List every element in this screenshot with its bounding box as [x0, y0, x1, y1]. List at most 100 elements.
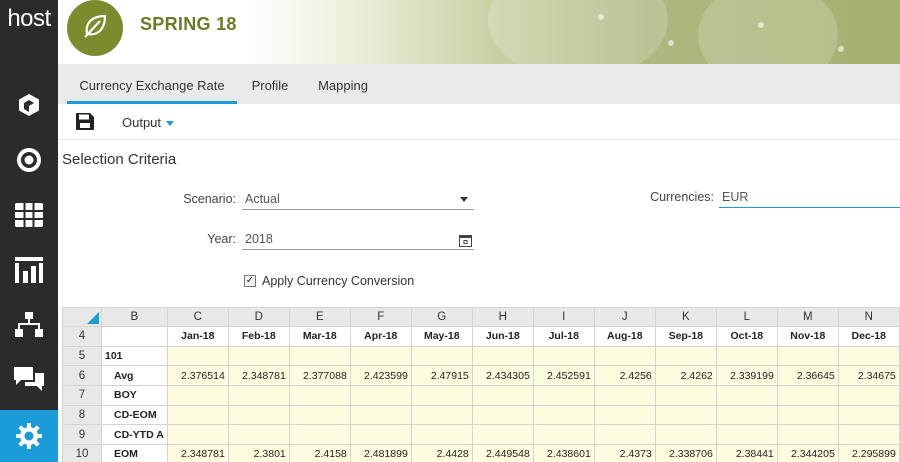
tab-mapping[interactable]: Mapping — [311, 64, 375, 104]
year-input[interactable]: 2018 — [242, 228, 474, 250]
rate-cell[interactable] — [410, 424, 473, 446]
rate-cell[interactable] — [593, 345, 656, 367]
rate-cell[interactable] — [471, 404, 534, 426]
rail-item-target[interactable] — [0, 135, 58, 185]
row-header[interactable]: 4 — [62, 326, 102, 347]
rate-cell[interactable]: 2.4256 — [593, 365, 656, 387]
rate-cell[interactable] — [410, 345, 473, 367]
rate-cell[interactable] — [837, 345, 900, 367]
rate-cell[interactable] — [288, 404, 351, 426]
row-header[interactable]: 8 — [62, 404, 102, 426]
rate-cell[interactable] — [288, 424, 351, 446]
column-header[interactable]: M — [776, 307, 839, 327]
rate-cell[interactable] — [288, 385, 351, 406]
row-header[interactable]: 7 — [62, 385, 102, 406]
rate-cell[interactable] — [593, 385, 656, 406]
rate-cell[interactable] — [532, 385, 595, 406]
column-header[interactable]: L — [715, 307, 778, 327]
column-header[interactable]: B — [101, 307, 168, 327]
column-header[interactable]: H — [471, 307, 534, 327]
rate-cell[interactable] — [715, 404, 778, 426]
rate-cell[interactable] — [654, 424, 717, 446]
rate-cell[interactable]: 2.438601 — [532, 444, 595, 462]
rate-cell[interactable] — [776, 424, 839, 446]
rate-cell[interactable] — [776, 345, 839, 367]
save-icon[interactable] — [76, 113, 94, 135]
rate-cell[interactable]: 2.36645 — [776, 365, 839, 387]
column-header[interactable]: F — [349, 307, 412, 327]
rate-cell[interactable] — [654, 404, 717, 426]
rate-cell[interactable] — [715, 424, 778, 446]
rate-cell[interactable]: 2.4158 — [288, 444, 351, 462]
column-header[interactable]: K — [654, 307, 717, 327]
column-header[interactable]: J — [593, 307, 656, 327]
rate-cell[interactable] — [715, 385, 778, 406]
rate-cell[interactable] — [166, 424, 229, 446]
column-header[interactable]: D — [227, 307, 290, 327]
row-header[interactable]: 6 — [62, 365, 102, 387]
rate-cell[interactable] — [654, 345, 717, 367]
rate-cell[interactable] — [349, 424, 412, 446]
rate-cell[interactable]: 2.47915 — [410, 365, 473, 387]
rate-cell[interactable]: 2.3801 — [227, 444, 290, 462]
scenario-select[interactable]: Actual — [242, 188, 474, 210]
rail-item-chat[interactable] — [0, 355, 58, 405]
tab-currency-exchange-rate[interactable]: Currency Exchange Rate — [67, 64, 237, 104]
rate-cell[interactable]: 2.423599 — [349, 365, 412, 387]
rate-cell[interactable] — [532, 424, 595, 446]
rate-cell[interactable]: 2.481899 — [349, 444, 412, 462]
rate-cell[interactable]: 2.348781 — [166, 444, 229, 462]
rate-cell[interactable]: 2.348781 — [227, 365, 290, 387]
column-header[interactable]: C — [166, 307, 229, 327]
rate-cell[interactable]: 2.38441 — [715, 444, 778, 462]
rail-item-chart[interactable] — [0, 245, 58, 295]
rate-cell[interactable] — [654, 385, 717, 406]
rate-cell[interactable] — [837, 424, 900, 446]
rate-cell[interactable] — [227, 345, 290, 367]
rail-item-grid[interactable] — [0, 190, 58, 240]
rate-cell[interactable] — [227, 424, 290, 446]
rate-cell[interactable] — [349, 385, 412, 406]
rate-cell[interactable]: 2.34675 — [837, 365, 900, 387]
rate-cell[interactable]: 2.449548 — [471, 444, 534, 462]
rate-cell[interactable] — [837, 404, 900, 426]
rate-cell[interactable] — [227, 404, 290, 426]
calendar-icon[interactable] — [459, 232, 472, 254]
rate-cell[interactable] — [166, 404, 229, 426]
rate-cell[interactable] — [349, 404, 412, 426]
row-header[interactable]: 9 — [62, 424, 102, 446]
rate-cell[interactable] — [776, 385, 839, 406]
rate-cell[interactable] — [532, 404, 595, 426]
currencies-input[interactable]: EUR — [719, 186, 900, 208]
column-header[interactable]: I — [532, 307, 595, 327]
rate-cell[interactable] — [837, 385, 900, 406]
tab-profile[interactable]: Profile — [244, 64, 296, 104]
rate-cell[interactable]: 2.4428 — [410, 444, 473, 462]
rate-cell[interactable] — [471, 345, 534, 367]
column-header[interactable]: N — [837, 307, 900, 327]
rate-cell[interactable] — [532, 345, 595, 367]
column-header[interactable]: G — [410, 307, 473, 327]
apply-conversion-checkbox[interactable]: ✓ — [244, 275, 256, 287]
rate-cell[interactable] — [166, 345, 229, 367]
rate-cell[interactable] — [776, 404, 839, 426]
rate-cell[interactable] — [593, 424, 656, 446]
rate-cell[interactable]: 2.344205 — [776, 444, 839, 462]
rate-cell[interactable] — [288, 345, 351, 367]
rail-item-settings[interactable] — [0, 410, 58, 462]
rate-cell[interactable]: 2.377088 — [288, 365, 351, 387]
row-header[interactable]: 10 — [62, 444, 102, 462]
rate-cell[interactable]: 2.452591 — [532, 365, 595, 387]
rail-item-cube[interactable] — [0, 80, 58, 130]
rate-cell[interactable]: 2.338706 — [654, 444, 717, 462]
rate-cell[interactable] — [349, 345, 412, 367]
rate-cell[interactable] — [715, 345, 778, 367]
rate-cell[interactable] — [227, 385, 290, 406]
rate-cell[interactable]: 2.295899 — [837, 444, 900, 462]
rate-cell[interactable]: 2.4373 — [593, 444, 656, 462]
select-all-corner[interactable] — [62, 307, 102, 327]
rate-cell[interactable]: 2.339199 — [715, 365, 778, 387]
rate-cell[interactable] — [166, 385, 229, 406]
rate-cell[interactable]: 2.376514 — [166, 365, 229, 387]
rate-cell[interactable] — [471, 424, 534, 446]
